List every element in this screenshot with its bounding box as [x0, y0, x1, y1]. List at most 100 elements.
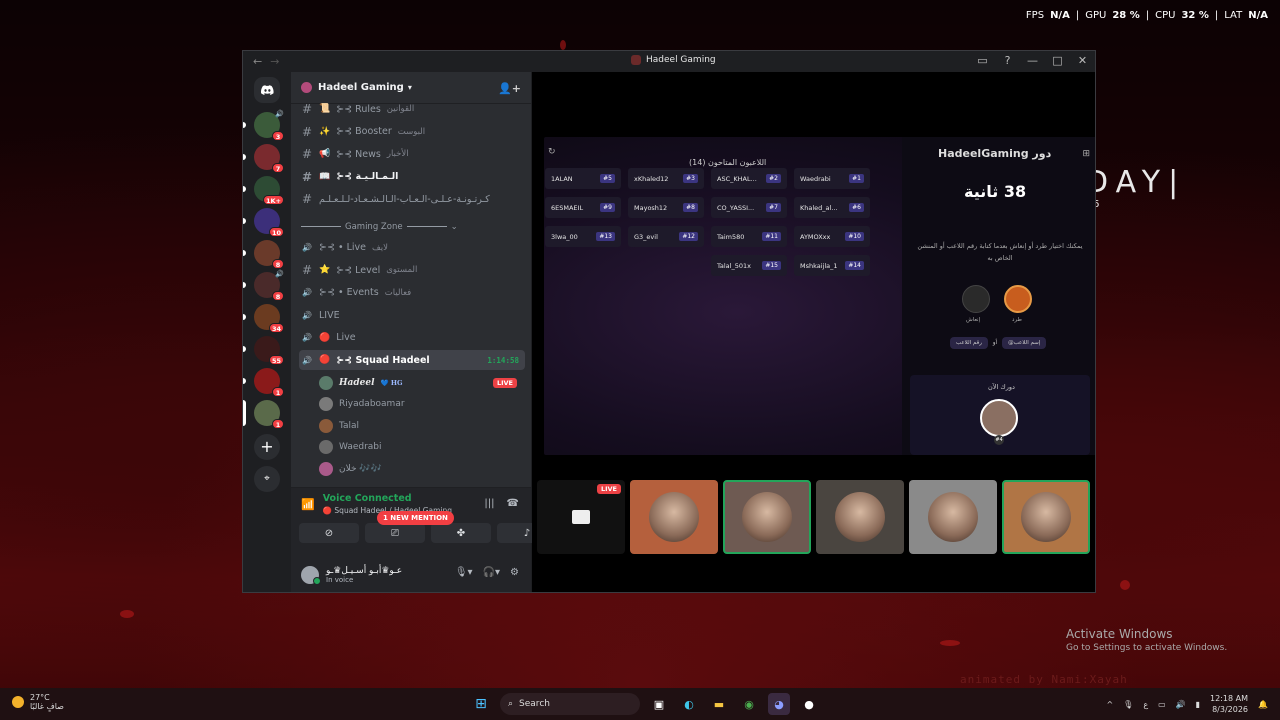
participant-tile[interactable]	[630, 480, 718, 554]
app-taskbar-icon[interactable]: ●	[798, 693, 820, 715]
participant-tile[interactable]	[909, 480, 997, 554]
channel-emoji: ✨	[319, 126, 331, 137]
user-avatar[interactable]	[301, 566, 321, 585]
back-icon[interactable]: ←	[253, 55, 262, 68]
avatar	[319, 418, 333, 433]
voice-user[interactable]: خلان 🎶🎶	[319, 459, 519, 479]
stream-view[interactable]: ↻ اللاعبون المتاحون (14) Waedrabi #1 ASC_K…	[544, 137, 1095, 455]
channel-emoji: 🔴	[319, 355, 331, 365]
server-icon-5[interactable]: 8	[254, 240, 284, 269]
server-icon-10[interactable]: 1	[254, 400, 284, 429]
close-button[interactable]: ✕	[1076, 54, 1089, 67]
channel-item[interactable]: # ✨ ⊱⊰ Booster البوست	[299, 122, 525, 142]
activities-button[interactable]: ✤	[431, 523, 491, 543]
chrome-icon[interactable]: ◉	[738, 693, 760, 715]
player-card: Mayosh12 #8	[628, 197, 704, 218]
voice-user[interactable]: 𝑯𝒂𝒅𝒆𝒆𝒍 💙 HG LIVE	[319, 373, 519, 393]
notifications-icon[interactable]: 🔔	[1258, 700, 1268, 709]
server-icon-6[interactable]: 8 🔊	[254, 270, 284, 301]
participant-tile[interactable]: LIVE	[537, 480, 625, 554]
add-server-icon[interactable]: +	[254, 434, 280, 460]
edge-icon[interactable]: ◐	[678, 693, 700, 715]
channel-item[interactable]: 🔊 🔴 ⊱⊰ Squad Hadeel 1:14:58	[299, 350, 525, 370]
discover-icon[interactable]: ⌖	[254, 466, 280, 492]
server-icon-3[interactable]: 1K+	[254, 176, 284, 205]
headphones-icon[interactable]: 🎧▾	[483, 567, 500, 578]
taskbar: 27°C صافٍ غالبًا ⊞ ⌕ Search ▣ ◐ ▬ ◉ ◕ ● ^…	[0, 688, 1280, 720]
voice-user[interactable]: Talal	[319, 416, 519, 436]
clock[interactable]: 12:18 AM 8/3/2026	[1210, 693, 1248, 715]
invite-people-icon[interactable]: 👤+	[498, 82, 521, 95]
server-icon-7[interactable]: 34	[254, 304, 284, 333]
kick-label: طرد	[1012, 317, 1022, 323]
discord-taskbar-icon[interactable]: ◕	[768, 693, 790, 715]
microphone-icon[interactable]: 🎙▾	[455, 567, 473, 578]
volume-icon[interactable]: 🔊	[1176, 700, 1186, 709]
cpu-label: CPU	[1155, 10, 1176, 21]
participant-avatar	[835, 492, 885, 542]
weather-widget[interactable]: 27°C صافٍ غالبًا	[12, 693, 64, 711]
server-icon-2[interactable]: 7	[254, 144, 284, 173]
network-icon[interactable]: ▭	[1158, 700, 1166, 709]
camera-off-button[interactable]: ⊘	[299, 523, 359, 543]
player-card: 1ALAN #5	[545, 168, 621, 189]
discord-home-icon[interactable]	[254, 77, 280, 103]
player-name: Mshkaijla_1	[800, 261, 838, 270]
unread-pill	[243, 378, 246, 384]
language-indicator[interactable]: ع	[1143, 700, 1148, 709]
channel-item[interactable]: # ⭐ ⊱⊰ Level المستوى	[299, 260, 525, 280]
channel-item[interactable]: 🔊 ⊱⊰ • Events فعاليات	[299, 283, 525, 303]
server-icon-9[interactable]: 1	[254, 368, 284, 397]
voice-elapsed-time: 1:14:58	[487, 355, 519, 365]
channel-item[interactable]: 🔊 🔴 Live	[299, 328, 525, 348]
help-icon[interactable]: ?	[1001, 54, 1014, 67]
tray-overflow-icon[interactable]: ^	[1106, 700, 1113, 709]
mic-tray-icon[interactable]: 🎙	[1123, 700, 1133, 709]
channel-item[interactable]: # 📖 ⊱⊰ الـمـالـيـة	[299, 167, 525, 187]
participant-tile[interactable]	[723, 480, 811, 554]
voice-status[interactable]: Voice Connected	[323, 493, 452, 504]
noise-suppression-icon[interactable]: |||	[484, 498, 494, 509]
unread-pill	[243, 154, 246, 160]
screen-share-button[interactable]: ⎚	[365, 523, 425, 543]
unread-badge: 10	[268, 227, 284, 237]
disconnect-icon[interactable]: ☎	[507, 498, 519, 509]
signal-icon[interactable]: 📶	[301, 498, 315, 511]
category-header[interactable]: Gaming Zone ⌄	[301, 222, 458, 232]
minimize-button[interactable]: —	[1026, 54, 1039, 67]
channel-item[interactable]: # 📢 ⊱⊰ News الأخبار	[299, 144, 525, 164]
player-number: #7	[766, 203, 781, 212]
participant-tile[interactable]	[816, 480, 904, 554]
unread-badge: 34	[268, 323, 284, 333]
weather-condition: صافٍ غالبًا	[30, 702, 64, 711]
inbox-icon[interactable]: ▭	[976, 54, 989, 67]
taskbar-search[interactable]: ⌕ Search	[500, 693, 640, 715]
server-icon-8[interactable]: 55	[254, 336, 284, 365]
forward-icon[interactable]: →	[270, 55, 279, 68]
user-panel: عـو♛أبـو أسـيـل♛ـو In voice 🎙▾ 🎧▾ ⚙	[291, 555, 531, 592]
voice-user-name: Riyadaboamar	[339, 399, 405, 409]
maximize-button[interactable]: □	[1051, 54, 1064, 67]
avatar	[319, 461, 333, 476]
participant-tile[interactable]	[1002, 480, 1090, 554]
server-icon-4[interactable]: 10	[254, 208, 284, 237]
channel-arabic-name: البوست	[397, 126, 426, 137]
refresh-icon[interactable]: ↻	[548, 147, 556, 157]
battery-icon[interactable]: ▮	[1196, 700, 1200, 709]
player-number: #9	[600, 203, 615, 212]
settings-gear-icon[interactable]: ⚙	[510, 567, 519, 578]
fps-value: N/A	[1050, 10, 1070, 21]
channel-item[interactable]: 🔊 ⊱⊰ • Live لايف	[299, 238, 525, 258]
avatar	[319, 440, 333, 454]
windows-start-icon[interactable]: ⊞	[470, 693, 492, 715]
new-mention-pill[interactable]: 1 NEW MENTION	[377, 511, 454, 525]
channel-item[interactable]: # كـرتـونـة-عـلـى-الـعـاب-الـالـشـعـاد-لـ…	[299, 189, 525, 209]
voice-user[interactable]: Riyadaboamar	[319, 394, 519, 414]
voice-user[interactable]: Waedrabi	[319, 437, 519, 457]
live-badge: LIVE	[596, 484, 621, 494]
task-view-icon[interactable]: ▣	[648, 693, 670, 715]
channel-item[interactable]: # 📜 ⊱⊰ Rules القوانين	[299, 99, 525, 119]
channel-item[interactable]: 🔊 LIVE	[299, 305, 525, 325]
file-explorer-icon[interactable]: ▬	[708, 693, 730, 715]
server-icon-1[interactable]: 3 🔊	[254, 110, 284, 141]
